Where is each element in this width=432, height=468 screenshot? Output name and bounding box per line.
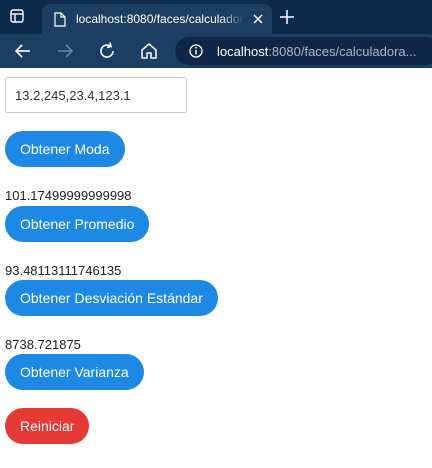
url-text[interactable]: localhost:8080/faces/calculadora... <box>217 44 416 59</box>
std-deviation-button[interactable]: Obtener Desviación Estándar <box>5 280 218 316</box>
variance-result: 8738.721875 <box>5 337 81 352</box>
reset-button[interactable]: Reiniciar <box>5 408 90 444</box>
browser-tab[interactable]: localhost:8080/faces/calculadora.xhtml <box>42 4 272 34</box>
forward-arrow-icon[interactable] <box>55 41 75 61</box>
close-icon[interactable] <box>250 11 266 27</box>
mode-button[interactable]: Obtener Moda <box>5 131 125 167</box>
address-bar[interactable]: localhost:8080/faces/calculadora... <box>175 37 432 65</box>
info-icon[interactable] <box>189 44 203 58</box>
calculator-page: Obtener Moda 101.17499999999998 Obtener … <box>0 68 432 468</box>
browser-tab-strip: localhost:8080/faces/calculadora.xhtml <box>0 0 432 34</box>
variance-button[interactable]: Obtener Varianza <box>5 354 144 390</box>
browser-toolbar: localhost:8080/faces/calculadora... <box>0 34 432 68</box>
plus-icon[interactable] <box>279 9 295 25</box>
data-input[interactable] <box>5 77 187 113</box>
average-result: 101.17499999999998 <box>5 188 132 203</box>
window-icon[interactable] <box>10 9 24 23</box>
back-arrow-icon[interactable] <box>13 41 33 61</box>
refresh-icon[interactable] <box>97 41 117 61</box>
tab-title: localhost:8080/faces/calculadora.xhtml <box>76 12 244 26</box>
document-icon <box>54 12 66 27</box>
std-deviation-result: 93.48113111746135 <box>5 263 122 278</box>
average-button[interactable]: Obtener Promedio <box>5 206 150 242</box>
home-icon[interactable] <box>139 41 159 61</box>
url-path: :8080/faces/calculadora... <box>268 44 417 59</box>
url-host: localhost <box>217 44 269 59</box>
